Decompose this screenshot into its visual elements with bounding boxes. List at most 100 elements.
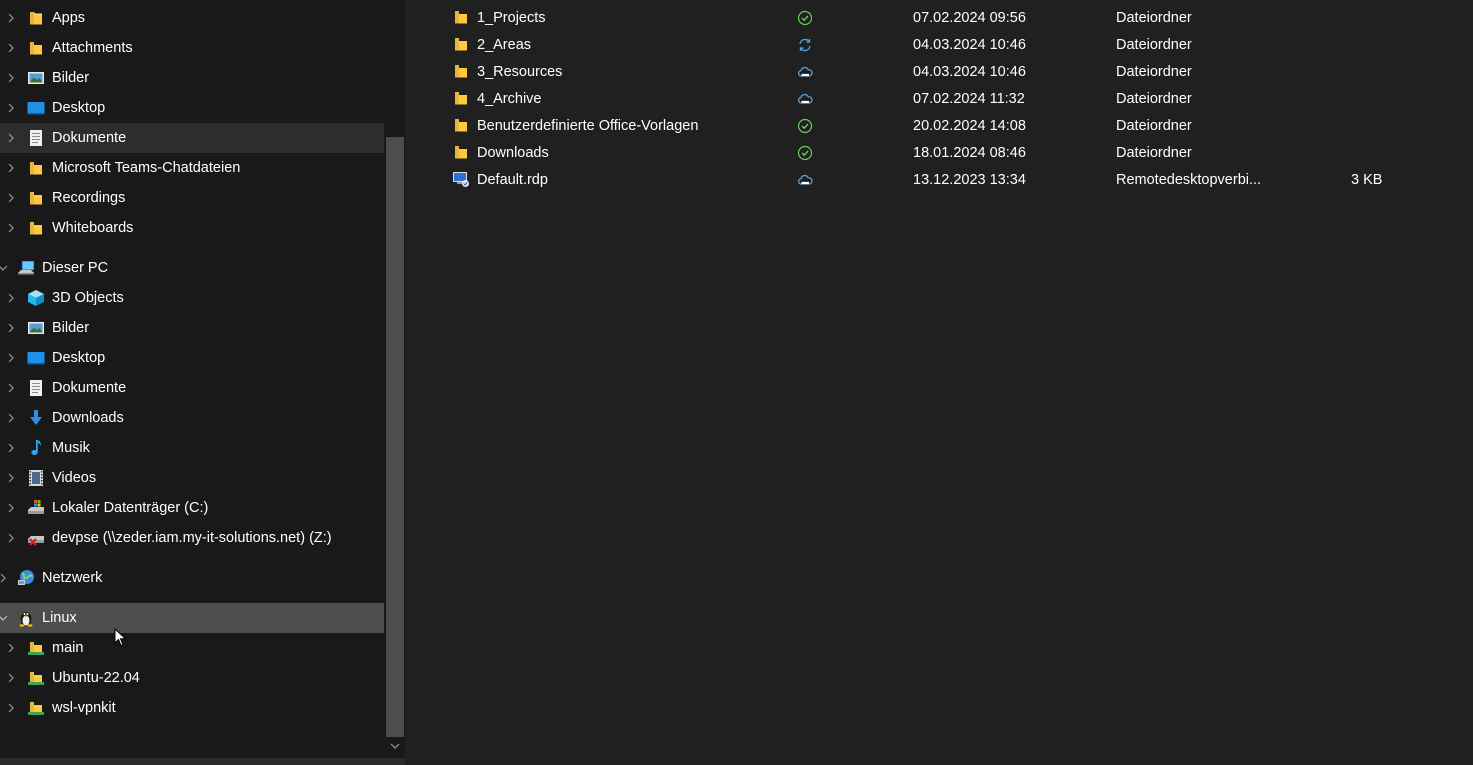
- chevron-right-icon[interactable]: [5, 292, 17, 304]
- nav-item-whiteboards[interactable]: Whiteboards: [0, 213, 384, 243]
- videos-icon: [27, 469, 45, 487]
- nav-item-desktop[interactable]: Desktop: [0, 93, 384, 123]
- music-icon: [27, 439, 45, 457]
- nav-item-teams-chatdateien[interactable]: Microsoft Teams-Chatdateien: [0, 153, 384, 183]
- navigation-pane: Apps Attachments Bilder Desktop Dokument…: [0, 0, 405, 758]
- chevron-right-icon[interactable]: [5, 222, 17, 234]
- nav-item-label: Desktop: [52, 350, 106, 366]
- nav-item-label: Dokumente: [52, 380, 127, 396]
- nav-item-apps[interactable]: Apps: [0, 3, 384, 33]
- nav-item-musik[interactable]: Musik: [0, 433, 384, 463]
- nav-item-bilder[interactable]: Bilder: [0, 63, 384, 93]
- file-type: Dateiordner: [1116, 10, 1192, 26]
- folder-icon: [452, 62, 470, 80]
- folder-icon: [27, 159, 45, 177]
- chevron-right-icon[interactable]: [5, 472, 17, 484]
- this-pc-icon: [17, 259, 35, 277]
- chevron-right-icon[interactable]: [5, 642, 17, 654]
- scrollbar-thumb[interactable]: [386, 137, 404, 737]
- chevron-right-icon[interactable]: [5, 72, 17, 84]
- nav-item-label: Dokumente: [52, 130, 127, 146]
- file-name: 1_Projects: [477, 10, 546, 26]
- chevron-right-icon[interactable]: [5, 702, 17, 714]
- linux-folder-icon: [27, 699, 45, 717]
- synced-check-icon: [797, 10, 813, 26]
- nav-item-dokumente-pc[interactable]: Dokumente: [0, 373, 384, 403]
- file-list: 1_Projects 07.02.2024 09:56 Dateiordner …: [405, 0, 1473, 765]
- chevron-right-icon[interactable]: [5, 352, 17, 364]
- nav-item-main[interactable]: main: [0, 633, 384, 663]
- nav-item-netzwerk[interactable]: Netzwerk: [0, 563, 384, 593]
- chevron-right-icon[interactable]: [5, 502, 17, 514]
- chevron-right-icon[interactable]: [0, 572, 9, 584]
- nav-item-label: Whiteboards: [52, 220, 134, 236]
- rdp-file-icon: [452, 170, 470, 188]
- file-row[interactable]: Default.rdp 13.12.2023 13:34 Remotedeskt…: [405, 165, 1473, 192]
- nav-item-network-drive-z[interactable]: devpse (\\zeder.iam.my-it-solutions.net)…: [0, 523, 384, 553]
- file-row[interactable]: Downloads 18.01.2024 08:46 Dateiordner: [405, 138, 1473, 165]
- nav-item-downloads[interactable]: Downloads: [0, 403, 384, 433]
- folder-icon: [27, 9, 45, 27]
- nav-item-recordings[interactable]: Recordings: [0, 183, 384, 213]
- pictures-icon: [27, 319, 45, 337]
- chevron-right-icon[interactable]: [5, 102, 17, 114]
- chevron-right-icon[interactable]: [5, 132, 17, 144]
- chevron-right-icon[interactable]: [5, 192, 17, 204]
- network-drive-icon: [27, 529, 45, 547]
- nav-item-desktop-pc[interactable]: Desktop: [0, 343, 384, 373]
- nav-item-videos[interactable]: Videos: [0, 463, 384, 493]
- nav-item-bilder-pc[interactable]: Bilder: [0, 313, 384, 343]
- chevron-down-icon[interactable]: [0, 612, 9, 624]
- nav-item-wsl-vpnkit[interactable]: wsl-vpnkit: [0, 693, 384, 723]
- nav-item-label: Recordings: [52, 190, 126, 206]
- nav-item-label: Netzwerk: [42, 570, 103, 586]
- file-row[interactable]: 3_Resources 04.03.2024 10:46 Dateiordner: [405, 57, 1473, 84]
- nav-item-linux[interactable]: Linux: [0, 603, 384, 633]
- file-date: 20.02.2024 14:08: [913, 118, 1026, 134]
- folder-icon: [452, 143, 470, 161]
- file-row[interactable]: 1_Projects 07.02.2024 09:56 Dateiordner: [405, 3, 1473, 30]
- file-date: 07.02.2024 09:56: [913, 10, 1026, 26]
- file-type: Dateiordner: [1116, 91, 1192, 107]
- nav-item-ubuntu-22-04[interactable]: Ubuntu-22.04: [0, 663, 384, 693]
- file-row[interactable]: Benutzerdefinierte Office-Vorlagen 20.02…: [405, 111, 1473, 138]
- nav-item-3d-objects[interactable]: 3D Objects: [0, 283, 384, 313]
- cloud-only-icon: [797, 91, 813, 107]
- chevron-down-icon[interactable]: [0, 262, 9, 274]
- chevron-right-icon[interactable]: [5, 412, 17, 424]
- chevron-right-icon[interactable]: [5, 672, 17, 684]
- navigation-scrollbar[interactable]: [385, 0, 405, 758]
- file-name: Benutzerdefinierte Office-Vorlagen: [477, 118, 699, 134]
- nav-item-label: Linux: [42, 610, 77, 626]
- sync-pending-icon: [797, 37, 813, 53]
- chevron-right-icon[interactable]: [5, 42, 17, 54]
- documents-icon: [27, 379, 45, 397]
- file-name: 3_Resources: [477, 64, 563, 80]
- file-type: Dateiordner: [1116, 145, 1192, 161]
- chevron-down-icon[interactable]: [389, 740, 401, 752]
- nav-item-label: Microsoft Teams-Chatdateien: [52, 160, 241, 176]
- linux-tux-icon: [17, 609, 35, 627]
- nav-item-dieser-pc[interactable]: Dieser PC: [0, 253, 384, 283]
- folder-icon: [27, 189, 45, 207]
- chevron-right-icon[interactable]: [5, 442, 17, 454]
- network-icon: [17, 569, 35, 587]
- nav-item-dokumente[interactable]: Dokumente: [0, 123, 384, 153]
- file-date: 04.03.2024 10:46: [913, 64, 1026, 80]
- chevron-right-icon[interactable]: [5, 162, 17, 174]
- folder-icon: [452, 89, 470, 107]
- chevron-right-icon[interactable]: [5, 382, 17, 394]
- 3d-objects-icon: [27, 289, 45, 307]
- nav-item-label: 3D Objects: [52, 290, 124, 306]
- chevron-right-icon[interactable]: [5, 12, 17, 24]
- file-type: Remotedesktopverbi...: [1116, 172, 1262, 188]
- nav-item-attachments[interactable]: Attachments: [0, 33, 384, 63]
- nav-item-local-disk-c[interactable]: Lokaler Datenträger (C:): [0, 493, 384, 523]
- nav-item-label: Bilder: [52, 70, 90, 86]
- file-row[interactable]: 4_Archive 07.02.2024 11:32 Dateiordner: [405, 84, 1473, 111]
- chevron-right-icon[interactable]: [5, 322, 17, 334]
- nav-item-label: Musik: [52, 440, 90, 456]
- file-row[interactable]: 2_Areas 04.03.2024 10:46 Dateiordner: [405, 30, 1473, 57]
- chevron-right-icon[interactable]: [5, 532, 17, 544]
- synced-check-icon: [797, 145, 813, 161]
